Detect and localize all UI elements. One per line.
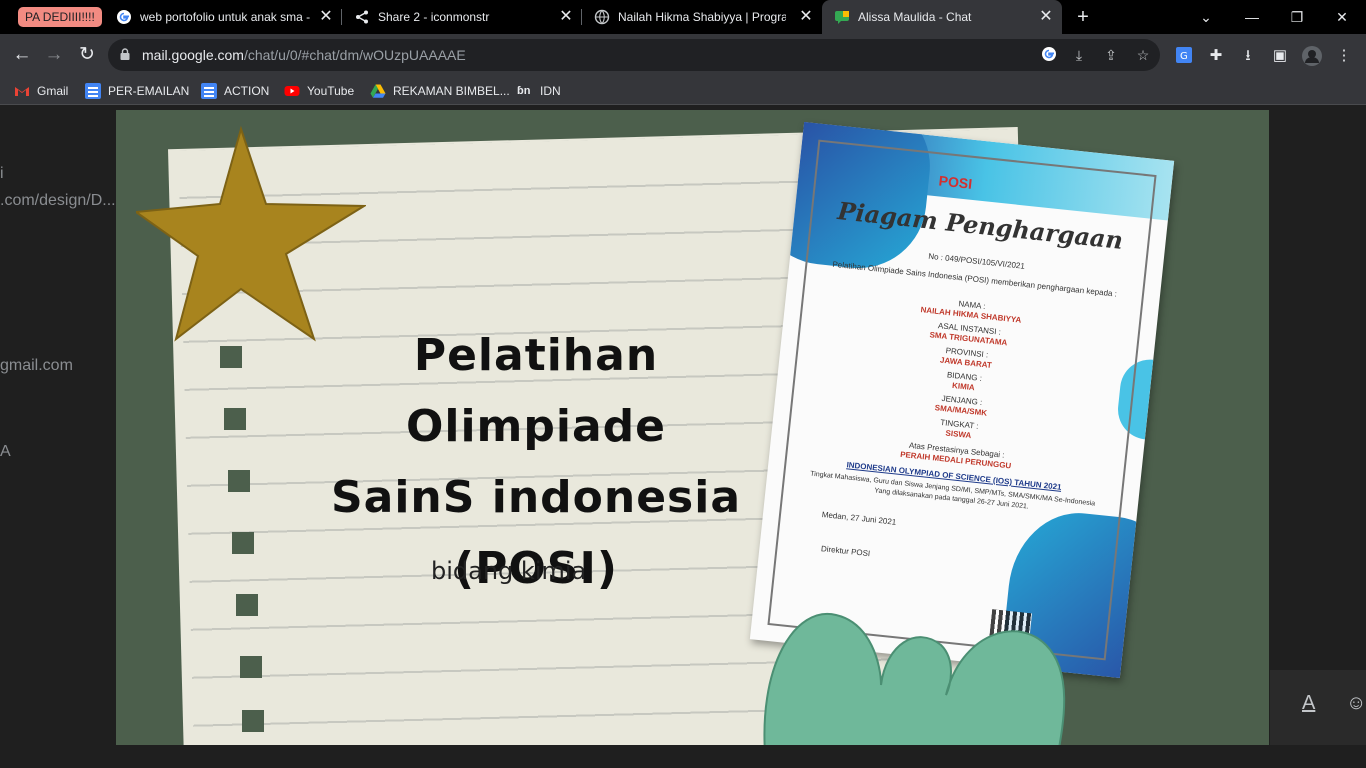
bookmark-youtube[interactable]: YouTube bbox=[284, 82, 354, 100]
close-icon[interactable]: ✕ bbox=[798, 9, 814, 25]
posi-logo: POSI bbox=[937, 172, 973, 192]
bookmark-action[interactable]: ACTION bbox=[201, 82, 269, 100]
close-icon[interactable]: ✕ bbox=[1038, 9, 1054, 25]
background-text: i bbox=[0, 165, 4, 182]
cactus-illustration bbox=[763, 612, 1066, 745]
star-icon bbox=[136, 125, 366, 342]
close-window-button[interactable]: ✕ bbox=[1332, 7, 1352, 27]
browser-toolbar: ← → ↻ mail.google.com/chat/u/0/#chat/dm/… bbox=[0, 34, 1366, 76]
emoji-icon[interactable]: ☺ bbox=[1346, 692, 1366, 715]
globe-icon bbox=[594, 9, 610, 25]
tab-title: Share 2 - iconmonstr bbox=[378, 10, 490, 24]
docs-icon bbox=[201, 82, 217, 99]
extensions-puzzle-icon[interactable]: ✚ bbox=[1206, 46, 1226, 66]
back-button[interactable]: ← bbox=[11, 44, 33, 66]
bookmark-label: YouTube bbox=[307, 84, 355, 98]
new-tab-button[interactable]: + bbox=[1073, 7, 1093, 27]
bookmark-label: Gmail bbox=[37, 84, 69, 98]
download-icon[interactable]: ⭳ bbox=[1238, 46, 1258, 66]
url-host: mail.google.com bbox=[142, 47, 244, 63]
bookmark-label: PER-EMAILAN bbox=[108, 84, 190, 98]
minimize-button[interactable]: — bbox=[1242, 7, 1262, 27]
forward-button[interactable]: → bbox=[43, 44, 65, 66]
share-page-icon[interactable]: ⇪ bbox=[1102, 46, 1120, 64]
tab-portfolio[interactable]: web portofolio untuk anak sma - ✕ bbox=[104, 0, 342, 34]
tab-share[interactable]: Share 2 - iconmonstr ✕ bbox=[342, 0, 582, 34]
bookmark-rekaman[interactable]: REKAMAN BIMBEL... bbox=[370, 82, 510, 100]
slide-title-line: Pelatihan Olimpiade bbox=[405, 330, 667, 452]
bookmark-per-emailan[interactable]: PER-EMAILAN bbox=[85, 82, 189, 100]
slide-title-line: SainS indonesia bbox=[330, 472, 742, 523]
bookmarks-bar: Gmail PER-EMAILAN ACTION YouTube REKAMAN… bbox=[0, 76, 1366, 105]
background-text: .com/design/D... bbox=[0, 192, 116, 209]
paper-hole bbox=[236, 594, 258, 616]
tab-search-chevron-icon[interactable]: ⌄ bbox=[1196, 7, 1216, 27]
idn-icon: ɓn bbox=[517, 84, 531, 97]
gmail-icon bbox=[15, 86, 29, 96]
youtube-icon bbox=[284, 85, 300, 96]
text-format-icon[interactable]: A bbox=[1302, 692, 1315, 715]
google-chat-icon bbox=[835, 11, 849, 24]
address-bar[interactable]: mail.google.com/chat/u/0/#chat/dm/wOUzpU… bbox=[108, 39, 1160, 71]
tab-title: Alissa Maulida - Chat bbox=[858, 10, 972, 24]
profile-avatar[interactable] bbox=[1302, 46, 1322, 66]
browser-menu-icon[interactable]: ⋮ bbox=[1334, 46, 1354, 66]
lock-icon bbox=[120, 48, 130, 60]
bookmark-idn[interactable]: ɓn IDN bbox=[517, 82, 561, 100]
svg-text:G: G bbox=[1180, 51, 1188, 62]
background-text: gmail.com bbox=[0, 357, 73, 374]
paper-hole bbox=[220, 346, 242, 368]
google-icon bbox=[117, 10, 131, 24]
tab-chat-active[interactable]: Alissa Maulida - Chat ✕ bbox=[822, 0, 1062, 34]
tab-title: web portofolio untuk anak sma - bbox=[140, 10, 311, 24]
paper-hole bbox=[224, 408, 246, 430]
slide-subtitle: bidang kimia bbox=[431, 557, 587, 585]
tab-program[interactable]: Nailah Hikma Shabiyya | Program ✕ bbox=[582, 0, 822, 34]
bookmark-label: ACTION bbox=[224, 84, 270, 98]
url-path: /chat/u/0/#chat/dm/wOUzpUAAAAE bbox=[243, 47, 466, 63]
drive-icon bbox=[370, 84, 386, 98]
slide-image[interactable]: Pelatihan Olimpiade SainS indonesia (POS… bbox=[116, 110, 1269, 745]
certificate: POSI Piagam Penghargaan No : 049/POSI/10… bbox=[749, 121, 1175, 679]
side-panel-icon[interactable]: ▣ bbox=[1270, 46, 1290, 66]
close-icon[interactable]: ✕ bbox=[558, 9, 574, 25]
tab-strip: PA DEDIIII!!!! web portofolio untuk anak… bbox=[0, 0, 1366, 34]
google-translate-icon[interactable]: G bbox=[1174, 46, 1194, 66]
tab-group-chip[interactable]: PA DEDIIII!!!! bbox=[18, 7, 102, 27]
bookmark-label: IDN bbox=[540, 84, 561, 98]
paper-hole bbox=[240, 656, 262, 678]
paper-hole bbox=[232, 532, 254, 554]
restore-button[interactable]: ❐ bbox=[1287, 7, 1307, 27]
chat-compose-area: A ☺ bbox=[1270, 670, 1366, 745]
bookmark-gmail[interactable]: Gmail bbox=[14, 82, 68, 100]
docs-icon bbox=[85, 82, 101, 99]
bookmark-star-icon[interactable]: ☆ bbox=[1134, 46, 1152, 64]
paper-hole bbox=[242, 710, 264, 732]
background-text: A bbox=[0, 443, 11, 460]
reload-button[interactable]: ↻ bbox=[76, 44, 98, 66]
share-icon bbox=[356, 10, 368, 24]
bookmark-label: REKAMAN BIMBEL... bbox=[393, 84, 510, 98]
tab-title: Nailah Hikma Shabiyya | Program bbox=[618, 10, 786, 24]
paper-hole bbox=[228, 470, 250, 492]
url-text[interactable]: mail.google.com/chat/u/0/#chat/dm/wOUzpU… bbox=[142, 47, 466, 63]
close-icon[interactable]: ✕ bbox=[318, 9, 334, 25]
install-app-icon[interactable]: ⤓ bbox=[1070, 46, 1088, 64]
google-lens-icon[interactable] bbox=[1040, 46, 1058, 64]
